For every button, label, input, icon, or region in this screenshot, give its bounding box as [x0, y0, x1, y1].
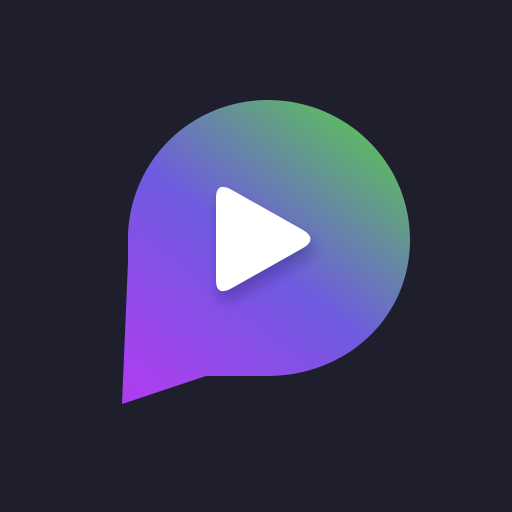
- app-icon-canvas: [0, 0, 512, 512]
- app-icon-svg: [122, 100, 410, 404]
